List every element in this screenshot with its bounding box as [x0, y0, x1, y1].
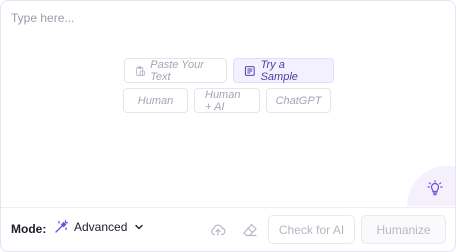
mode-dropdown[interactable]: Advanced [54, 220, 144, 234]
lightbulb-icon [427, 180, 443, 196]
try-sample-button[interactable]: Try a Sample [233, 58, 334, 83]
clipboard-icon [136, 65, 145, 76]
humanize-label: Humanize [376, 222, 431, 237]
paste-text-button[interactable]: Paste Your Text [124, 58, 227, 83]
sample-chatgpt-button[interactable]: ChatGPT [266, 88, 331, 113]
sample-human-button[interactable]: Human [123, 88, 188, 113]
quick-actions: Paste Your Text Try a Sample [1, 58, 456, 83]
cloud-upload-icon [211, 224, 226, 236]
eraser-icon [243, 223, 257, 237]
sample-options: Human Human + AI ChatGPT [0, 88, 455, 113]
check-for-ai-label: Check for AI [278, 222, 345, 237]
mode-label: Mode: [11, 222, 47, 236]
sample-human-ai-button[interactable]: Human + AI [194, 88, 260, 113]
footer-bar: Mode: Advanced Check for AI Humanize [1, 208, 455, 252]
try-sample-label: Try a Sample [260, 58, 298, 83]
sample-human-label: Human [137, 94, 174, 107]
humanizer-card: Paste Your Text Try a Sample Human Human… [0, 0, 456, 252]
check-for-ai-button[interactable]: Check for AI [268, 215, 355, 244]
paste-text-label: Paste Your Text [150, 58, 204, 83]
clear-button[interactable] [241, 221, 259, 239]
sample-chatgpt-label: ChatGPT [275, 94, 322, 107]
sample-human-ai-label: Human + AI [205, 88, 241, 113]
upload-button[interactable] [209, 221, 227, 239]
document-icon [244, 65, 255, 76]
humanize-button[interactable]: Humanize [361, 215, 446, 244]
chevron-down-icon [135, 224, 144, 230]
magic-wand-icon [55, 220, 68, 233]
mode-value: Advanced [74, 220, 128, 234]
